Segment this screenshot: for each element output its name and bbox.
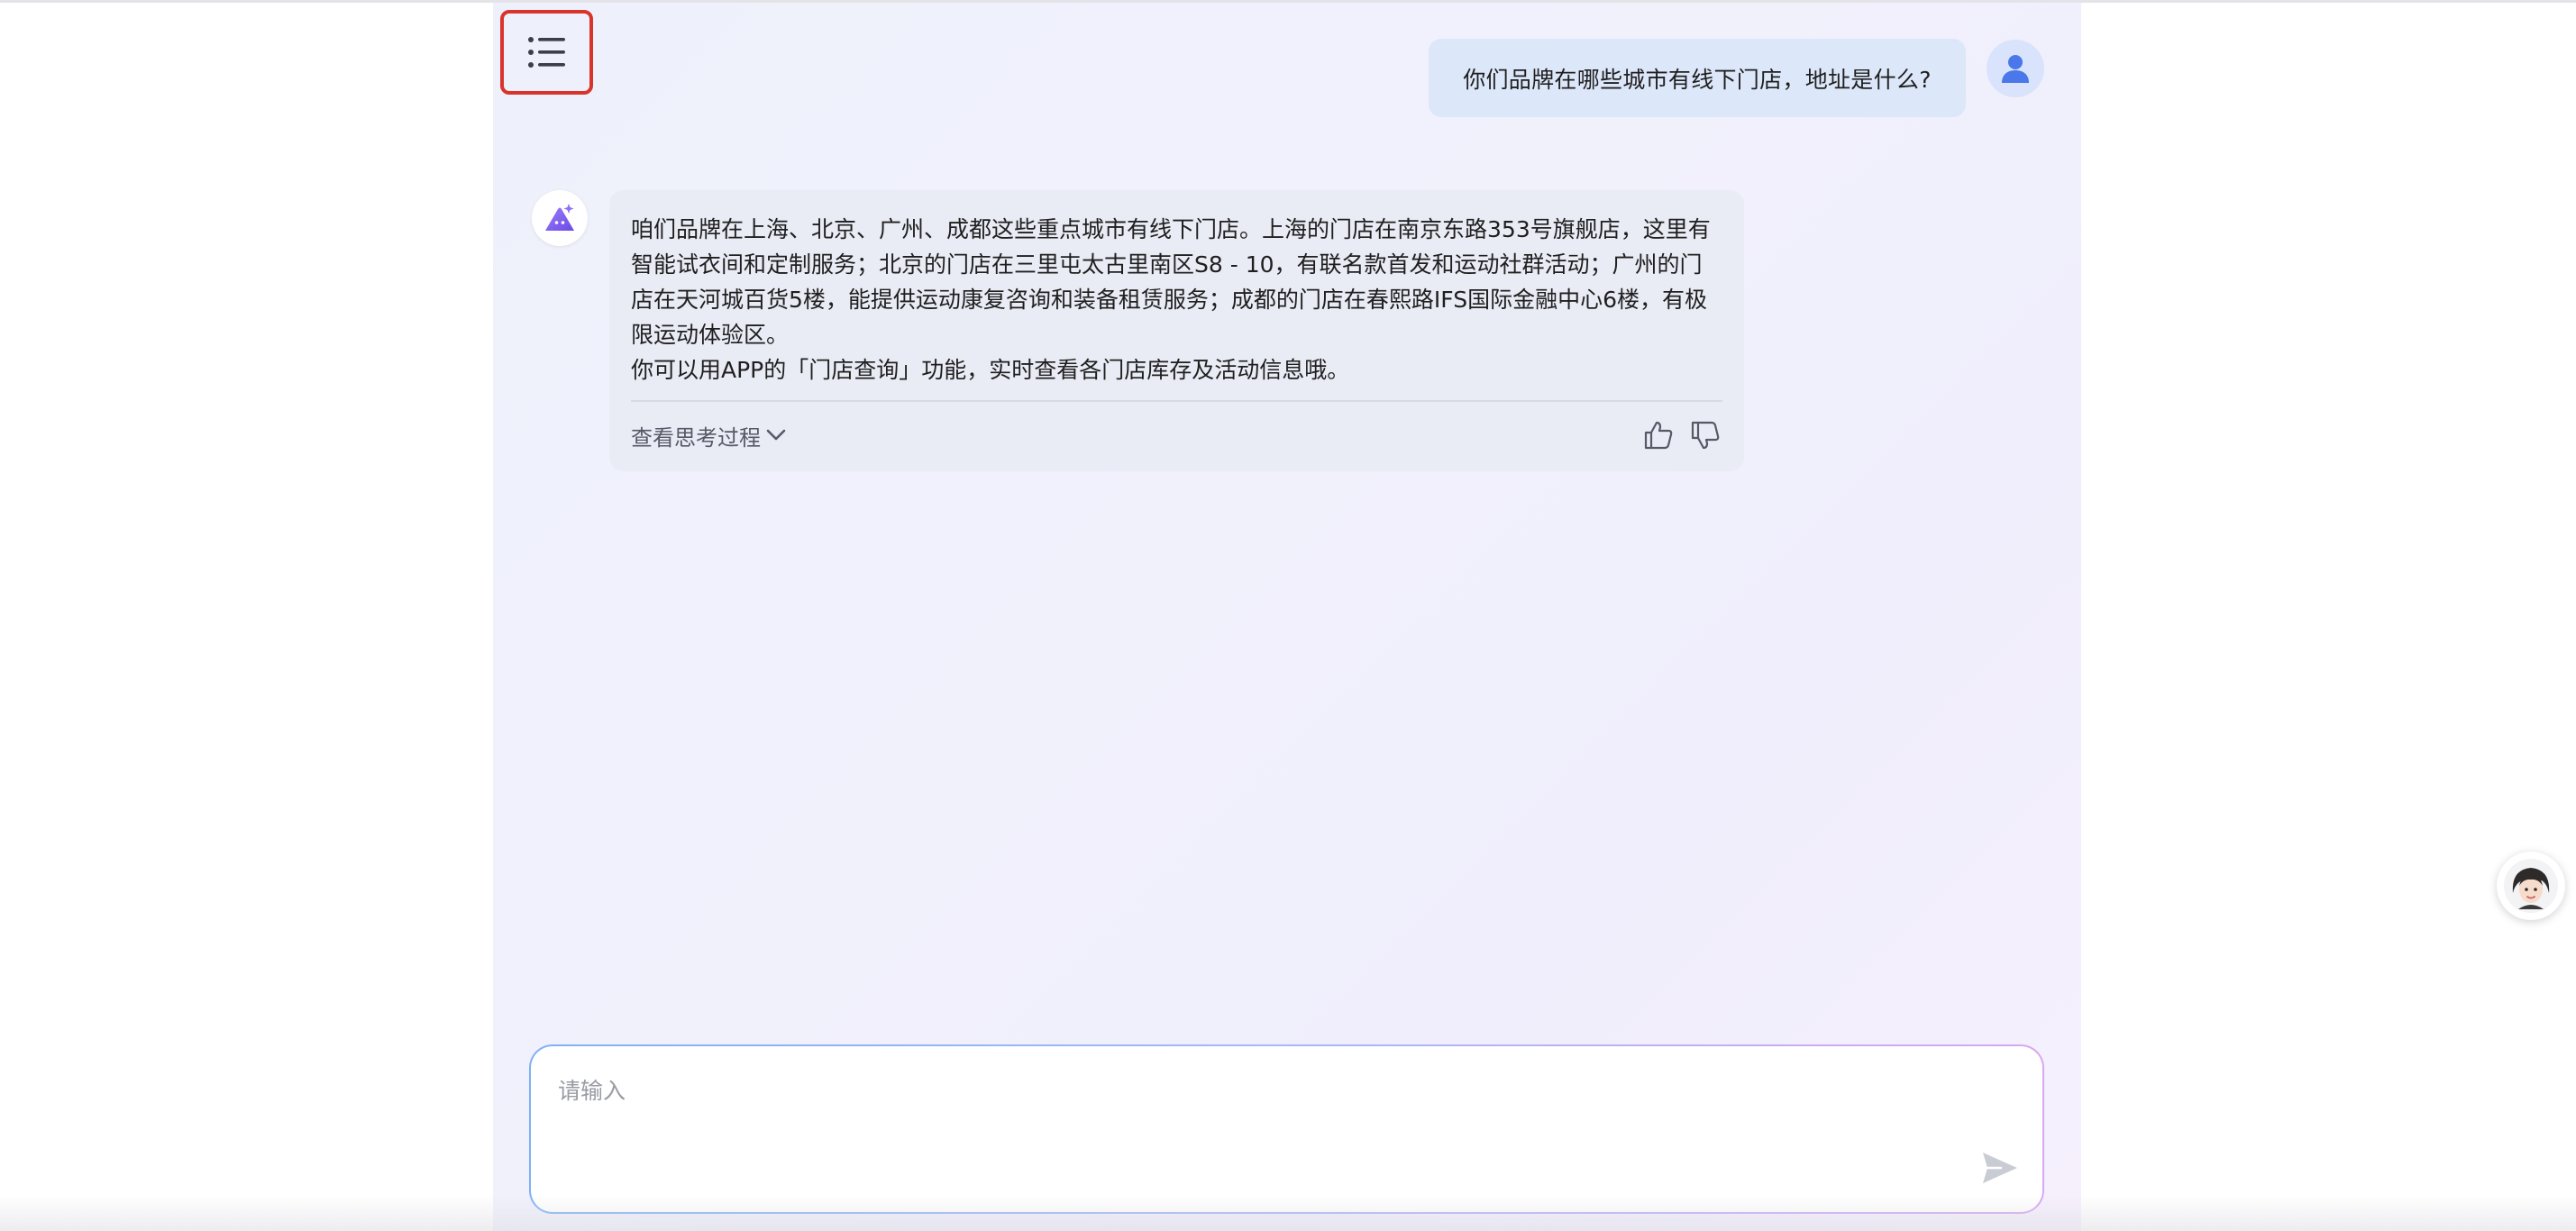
bot-message-paragraph: 咱们品牌在上海、北京、广州、成都这些重点城市有线下门店。上海的门店在南京东路35… [631,216,1711,348]
bot-message-bubble: 咱们品牌在上海、北京、广州、成都这些重点城市有线下门店。上海的门店在南京东路35… [609,190,1744,471]
view-thinking-label: 查看思考过程 [631,424,761,451]
message-input-inner [531,1046,2042,1212]
user-avatar [1987,40,2044,97]
user-message-bubble: 你们品牌在哪些城市有线下门店，地址是什么? [1429,39,1966,117]
menu-button[interactable] [500,10,593,95]
like-button[interactable] [1640,417,1676,453]
list-menu-icon [527,37,565,68]
user-message-text: 你们品牌在哪些城市有线下门店，地址是什么? [1463,66,1932,93]
send-button[interactable] [1978,1145,2023,1190]
thumbs-up-icon [1644,421,1673,450]
message-divider [631,400,1722,402]
assistant-avatar-icon [2504,859,2558,913]
bot-avatar [532,190,588,246]
bot-message-text: 咱们品牌在上海、北京、广州、成都这些重点城市有线下门店。上海的门店在南京东路35… [631,212,1723,388]
message-input[interactable] [558,1073,1964,1127]
chevron-down-icon [766,429,786,441]
thumbs-down-icon [1691,421,1720,450]
bot-message-paragraph: 你可以用APP的「门店查询」功能，实时查看各门店库存及活动信息哦。 [631,357,1350,383]
bot-logo-icon [545,204,574,231]
dislike-button[interactable] [1687,417,1723,453]
user-avatar-icon [2002,55,2029,83]
message-input-box [529,1044,2044,1214]
floating-assistant-button[interactable] [2497,852,2565,920]
view-thinking-toggle[interactable]: 查看思考过程 [631,417,786,453]
send-icon [1983,1153,2017,1183]
